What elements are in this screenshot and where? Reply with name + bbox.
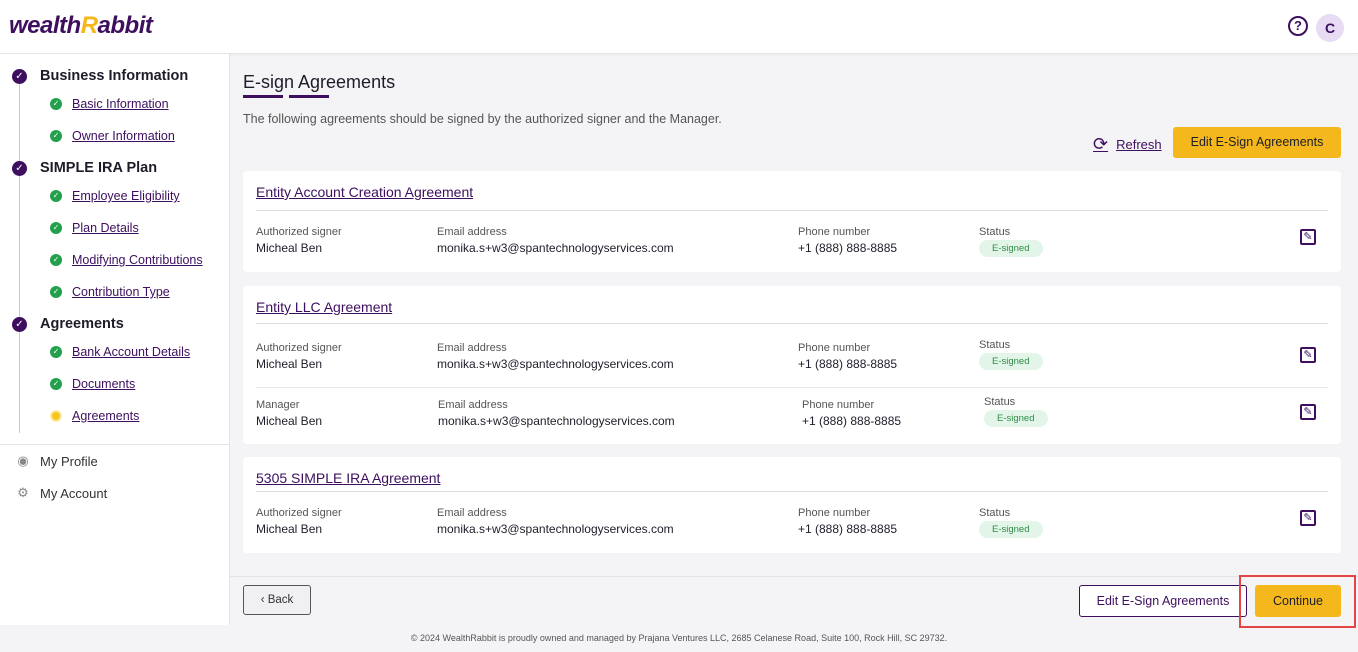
check-circle-icon: ✓ bbox=[12, 316, 27, 332]
status-cell: Status E-signed bbox=[984, 396, 1048, 427]
copyright-footer: © 2024 WealthRabbit is proudly owned and… bbox=[410, 633, 948, 643]
check-circle-icon: ✓ bbox=[50, 98, 62, 110]
page-subtitle: The following agreements should be signe… bbox=[243, 112, 722, 126]
continue-highlight-annotation bbox=[1239, 575, 1356, 628]
agreement-title-link[interactable]: Entity Account Creation Agreement bbox=[256, 184, 473, 200]
sidebar-item-bank-account-details[interactable]: ✓ Bank Account Details bbox=[50, 343, 190, 361]
edit-icon[interactable]: ✎ bbox=[1300, 404, 1316, 420]
check-circle-icon: ✓ bbox=[50, 190, 62, 202]
sidebar-item-modifying-contributions[interactable]: ✓ Modifying Contributions bbox=[50, 251, 203, 269]
chevron-left-icon: ‹ bbox=[260, 594, 265, 606]
check-circle-icon: ✓ bbox=[50, 222, 62, 234]
manager-cell: Manager Micheal Ben bbox=[256, 399, 323, 428]
sidebar-item-owner-information[interactable]: ✓ Owner Information bbox=[50, 127, 175, 145]
signer-cell: Authorized signer Micheal Ben bbox=[256, 507, 342, 536]
title-underline bbox=[289, 95, 329, 98]
check-circle-icon: ✓ bbox=[50, 346, 62, 358]
edit-icon[interactable]: ✎ bbox=[1300, 347, 1316, 363]
sidebar-section-business-information[interactable]: ✓ Business Information bbox=[12, 66, 188, 86]
in-progress-dot-icon bbox=[50, 410, 62, 422]
sidebar-section-agreements[interactable]: ✓ Agreements bbox=[12, 314, 124, 334]
row-separator bbox=[256, 387, 1328, 388]
agreement-card: 5305 SIMPLE IRA Agreement Authorized sig… bbox=[243, 457, 1341, 553]
page-title: E-sign Agreements bbox=[243, 72, 396, 92]
sidebar-item-plan-details[interactable]: ✓ Plan Details bbox=[50, 219, 139, 237]
agreement-card: Entity Account Creation Agreement Author… bbox=[243, 171, 1341, 272]
email-cell: Email address monika.s+w3@spantechnology… bbox=[437, 507, 674, 536]
edit-icon[interactable]: ✎ bbox=[1300, 229, 1316, 245]
status-cell: Status E-signed bbox=[979, 226, 1043, 257]
status-badge: E-signed bbox=[979, 521, 1043, 538]
card-separator bbox=[256, 491, 1328, 492]
edit-icon[interactable]: ✎ bbox=[1300, 510, 1316, 526]
agreement-card: Entity LLC Agreement Authorized signer M… bbox=[243, 286, 1341, 444]
status-badge: E-signed bbox=[979, 240, 1043, 257]
sidebar-item-documents[interactable]: ✓ Documents bbox=[50, 375, 135, 393]
refresh-icon: ⟳ bbox=[1093, 134, 1109, 154]
title-underline bbox=[243, 95, 283, 98]
phone-cell: Phone number +1 (888) 888-8885 bbox=[798, 342, 898, 371]
sidebar-item-agreements[interactable]: Agreements bbox=[50, 407, 139, 425]
email-cell: Email address monika.s+w3@spantechnology… bbox=[437, 342, 674, 371]
status-badge: E-signed bbox=[979, 353, 1043, 370]
phone-cell: Phone number +1 (888) 888-8885 bbox=[798, 226, 898, 255]
sidebar-divider bbox=[0, 444, 229, 445]
check-circle-icon: ✓ bbox=[50, 254, 62, 266]
back-button[interactable]: ‹ Back bbox=[243, 585, 311, 615]
sidebar-item-basic-information[interactable]: ✓ Basic Information bbox=[50, 95, 169, 113]
edit-esign-agreements-button[interactable]: Edit E-Sign Agreements bbox=[1173, 127, 1341, 158]
status-cell: Status E-signed bbox=[979, 507, 1043, 538]
sidebar-link-my-profile[interactable]: ◉ My Profile bbox=[15, 452, 97, 470]
email-cell: Email address monika.s+w3@spantechnology… bbox=[438, 399, 675, 428]
agreement-title-link[interactable]: 5305 SIMPLE IRA Agreement bbox=[256, 470, 440, 486]
phone-cell: Phone number +1 (888) 888-8885 bbox=[802, 399, 902, 428]
check-circle-icon: ✓ bbox=[50, 130, 62, 142]
user-settings-icon: ⚙ bbox=[17, 485, 29, 500]
user-circle-icon: ◉ bbox=[17, 453, 29, 468]
card-separator bbox=[256, 323, 1328, 324]
help-icon[interactable]: ? bbox=[1288, 16, 1308, 36]
steps-connector-line bbox=[19, 78, 20, 433]
refresh-link[interactable]: ⟳ Refresh bbox=[1093, 134, 1162, 155]
sidebar-section-simple-ira-plan[interactable]: ✓ SIMPLE IRA Plan bbox=[12, 158, 157, 178]
signer-cell: Authorized signer Micheal Ben bbox=[256, 342, 342, 371]
check-circle-icon: ✓ bbox=[12, 68, 27, 84]
phone-cell: Phone number +1 (888) 888-8885 bbox=[798, 507, 898, 536]
sidebar-nav: ✓ Business Information ✓ Basic Informati… bbox=[0, 54, 230, 625]
check-circle-icon: ✓ bbox=[50, 286, 62, 298]
check-circle-icon: ✓ bbox=[12, 160, 27, 176]
sidebar-link-my-account[interactable]: ⚙ My Account bbox=[15, 484, 107, 502]
status-cell: Status E-signed bbox=[979, 339, 1043, 370]
check-circle-icon: ✓ bbox=[50, 378, 62, 390]
signer-cell: Authorized signer Micheal Ben bbox=[256, 226, 342, 255]
user-avatar[interactable]: C bbox=[1316, 14, 1344, 42]
card-separator bbox=[256, 210, 1328, 211]
edit-esign-agreements-footer-button[interactable]: Edit E-Sign Agreements bbox=[1079, 585, 1247, 617]
sidebar-item-contribution-type[interactable]: ✓ Contribution Type bbox=[50, 283, 170, 301]
top-header: wealthRabbit ? C bbox=[0, 0, 1358, 54]
sidebar-item-employee-eligibility[interactable]: ✓ Employee Eligibility bbox=[50, 187, 180, 205]
status-badge: E-signed bbox=[984, 410, 1048, 427]
wealthrabbit-logo[interactable]: wealthRabbit bbox=[9, 12, 153, 40]
email-cell: Email address monika.s+w3@spantechnology… bbox=[437, 226, 674, 255]
agreement-title-link[interactable]: Entity LLC Agreement bbox=[256, 299, 392, 315]
